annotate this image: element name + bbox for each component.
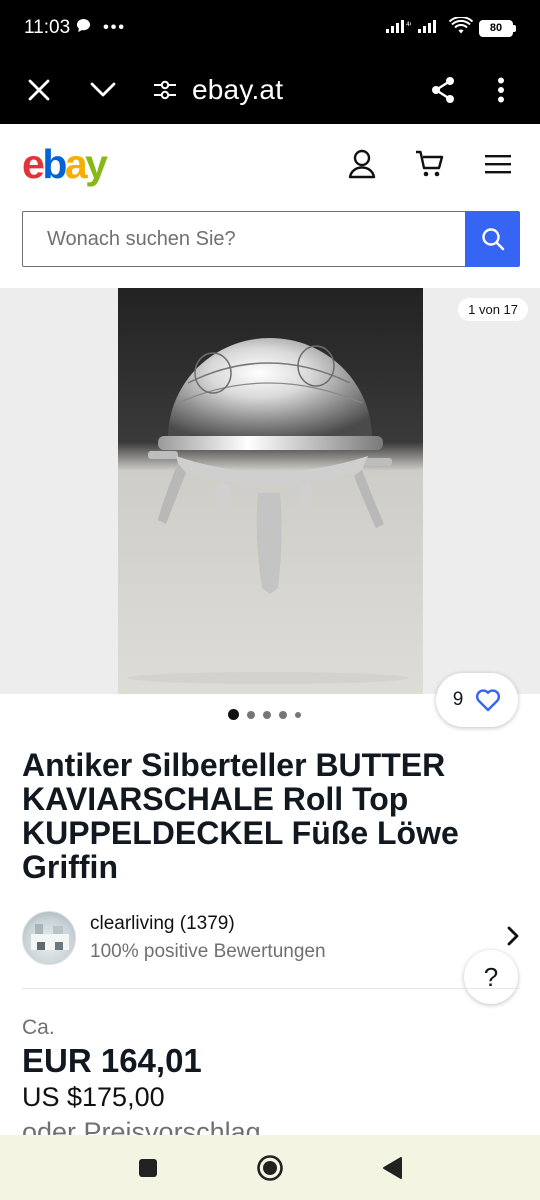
seller-info[interactable]: clearliving (1379) 100% positive Bewertu… bbox=[22, 905, 520, 971]
logo-letter-b: b bbox=[42, 140, 67, 187]
image-gallery[interactable]: 1 von 17 bbox=[0, 288, 540, 694]
divider bbox=[22, 988, 520, 989]
triangle-back-icon bbox=[383, 1156, 402, 1179]
price-eur: EUR 164,01 bbox=[22, 1042, 202, 1079]
search-input[interactable] bbox=[22, 211, 465, 267]
close-tab-button[interactable] bbox=[18, 69, 60, 111]
back-button[interactable] bbox=[374, 1150, 410, 1186]
logo-letter-e: e bbox=[22, 140, 45, 187]
cart-icon bbox=[416, 150, 444, 177]
svg-text:4G: 4G bbox=[406, 21, 411, 28]
chevron-down-icon bbox=[90, 82, 116, 97]
search-bar bbox=[22, 211, 520, 267]
chat-notification-icon bbox=[76, 18, 91, 38]
home-button[interactable] bbox=[252, 1150, 288, 1186]
site-header: e b a y bbox=[0, 124, 540, 204]
help-button[interactable]: ? bbox=[464, 950, 518, 1004]
watch-button[interactable]: 9 bbox=[436, 673, 518, 727]
menu-button[interactable] bbox=[478, 144, 518, 184]
square-icon bbox=[139, 1158, 157, 1177]
share-icon bbox=[432, 77, 454, 103]
watchers-count: 9 bbox=[452, 689, 464, 710]
cart-button[interactable] bbox=[410, 144, 450, 184]
gallery-pagination bbox=[228, 709, 301, 720]
seller-avatar bbox=[22, 911, 76, 965]
gallery-dot-5[interactable] bbox=[295, 711, 301, 718]
signal-icon: 4G bbox=[385, 18, 415, 39]
seller-name: clearliving (1379) bbox=[90, 913, 235, 934]
tune-icon bbox=[154, 80, 176, 100]
hamburger-icon bbox=[485, 155, 511, 174]
logo-letter-y: y bbox=[85, 140, 108, 187]
listing-title: Antiker Silberteller BUTTER KAVIARSCHALE… bbox=[22, 747, 459, 885]
product-photo[interactable] bbox=[118, 288, 423, 694]
signal-icon-2 bbox=[417, 18, 443, 39]
account-button[interactable] bbox=[342, 144, 382, 184]
more-notifications-icon: ••• bbox=[103, 19, 126, 36]
battery-level: 80 bbox=[479, 19, 513, 37]
gallery-dot-2[interactable] bbox=[247, 710, 255, 719]
browser-toolbar: ebay.at bbox=[0, 56, 540, 124]
heart-icon bbox=[476, 689, 501, 712]
minimize-button[interactable] bbox=[82, 69, 124, 111]
best-offer-label: oder Preisvorschlag bbox=[22, 1117, 261, 1137]
close-icon bbox=[28, 79, 50, 101]
gallery-dot-1[interactable] bbox=[228, 709, 239, 720]
system-navigation-bar bbox=[0, 1135, 540, 1200]
more-vertical-icon bbox=[498, 77, 504, 103]
url-text[interactable]: ebay.at bbox=[192, 74, 283, 106]
gallery-dot-4[interactable] bbox=[279, 710, 287, 719]
browser-menu-button[interactable] bbox=[480, 69, 522, 111]
wifi-icon bbox=[448, 15, 474, 40]
site-settings-button[interactable] bbox=[144, 69, 186, 111]
share-button[interactable] bbox=[422, 69, 464, 111]
circle-icon bbox=[257, 1154, 283, 1181]
chevron-right-icon bbox=[506, 925, 520, 952]
seller-feedback: 100% positive Bewertungen bbox=[90, 941, 326, 962]
search-button[interactable] bbox=[465, 211, 520, 267]
gallery-dot-3[interactable] bbox=[263, 710, 271, 719]
logo-letter-a: a bbox=[64, 140, 88, 187]
status-bar: 11:03 ••• 4G 80 bbox=[0, 0, 540, 56]
user-icon bbox=[348, 149, 376, 179]
approx-label: Ca. bbox=[22, 1016, 55, 1039]
image-counter: 1 von 17 bbox=[458, 298, 528, 321]
search-icon bbox=[481, 228, 504, 251]
status-time: 11:03 bbox=[24, 17, 71, 38]
ebay-logo[interactable]: e b a y bbox=[22, 140, 108, 188]
recents-button[interactable] bbox=[130, 1150, 166, 1186]
price-usd: US $175,00 bbox=[22, 1082, 165, 1112]
battery-icon: 80 bbox=[479, 19, 516, 37]
